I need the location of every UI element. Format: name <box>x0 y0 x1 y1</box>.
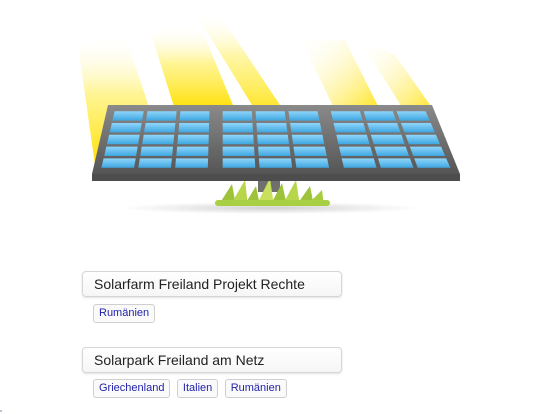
project-title-button[interactable]: Solarfarm Freiland Projekt Rechte <box>82 271 342 297</box>
country-tag-italy[interactable]: Italien <box>176 379 219 398</box>
solar-cell <box>374 146 410 156</box>
solar-cell <box>255 111 286 121</box>
solar-cell <box>222 134 254 145</box>
solar-cell <box>104 146 138 156</box>
country-tag-romania[interactable]: Rumänien <box>224 379 287 398</box>
solar-cell <box>333 123 367 133</box>
solar-cell <box>101 158 136 168</box>
country-tag-greece[interactable]: Griechenland <box>93 379 171 398</box>
solar-cell <box>256 123 288 133</box>
solar-cell <box>146 111 177 121</box>
solar-cell <box>396 111 430 121</box>
page-dot <box>0 410 2 412</box>
solar-cell <box>367 123 401 133</box>
solar-cell <box>222 111 253 121</box>
solar-cell <box>138 158 172 168</box>
solar-cell <box>112 111 144 121</box>
solar-cell <box>291 134 325 145</box>
solar-cell <box>142 134 175 145</box>
project-title-button[interactable]: Solarpark Freiland am Netz <box>82 347 342 373</box>
solar-cell <box>258 146 291 156</box>
solar-cell <box>109 123 142 133</box>
solar-cell <box>258 158 293 168</box>
solar-cell <box>177 134 209 145</box>
solar-cell <box>295 158 330 168</box>
solar-cell <box>257 134 290 145</box>
solar-cell <box>341 158 377 168</box>
solar-cell <box>106 134 140 145</box>
solar-cell <box>222 123 254 133</box>
country-tags: Griechenland Italien Rumänien <box>93 379 342 399</box>
solar-cell <box>400 123 435 133</box>
solar-cell <box>336 134 370 145</box>
solar-cell <box>370 134 405 145</box>
solar-cell <box>222 146 255 156</box>
solar-panel-illustration <box>78 12 460 214</box>
solar-cell <box>288 111 320 121</box>
solar-cell <box>409 146 446 156</box>
solar-cell <box>144 123 176 133</box>
solar-cell <box>339 146 374 156</box>
solar-cell <box>405 134 440 145</box>
solar-cell <box>293 146 327 156</box>
solar-cell <box>179 111 210 121</box>
solar-cell <box>414 158 451 168</box>
solar-cell <box>330 111 363 121</box>
solar-cell <box>176 146 209 156</box>
project-section: Solarfarm Freiland Projekt Rechte Rumäni… <box>82 271 342 324</box>
solar-cell <box>363 111 397 121</box>
country-tag-romania[interactable]: Rumänien <box>93 304 156 323</box>
solar-cell <box>290 123 322 133</box>
solar-cell <box>175 158 209 168</box>
solar-cell <box>378 158 414 168</box>
country-tags: Rumänien <box>93 304 342 324</box>
project-section: Solarpark Freiland am Netz Griechenland … <box>82 347 342 399</box>
solar-cell <box>222 158 256 168</box>
solar-cell <box>140 146 174 156</box>
solar-cell <box>178 123 210 133</box>
